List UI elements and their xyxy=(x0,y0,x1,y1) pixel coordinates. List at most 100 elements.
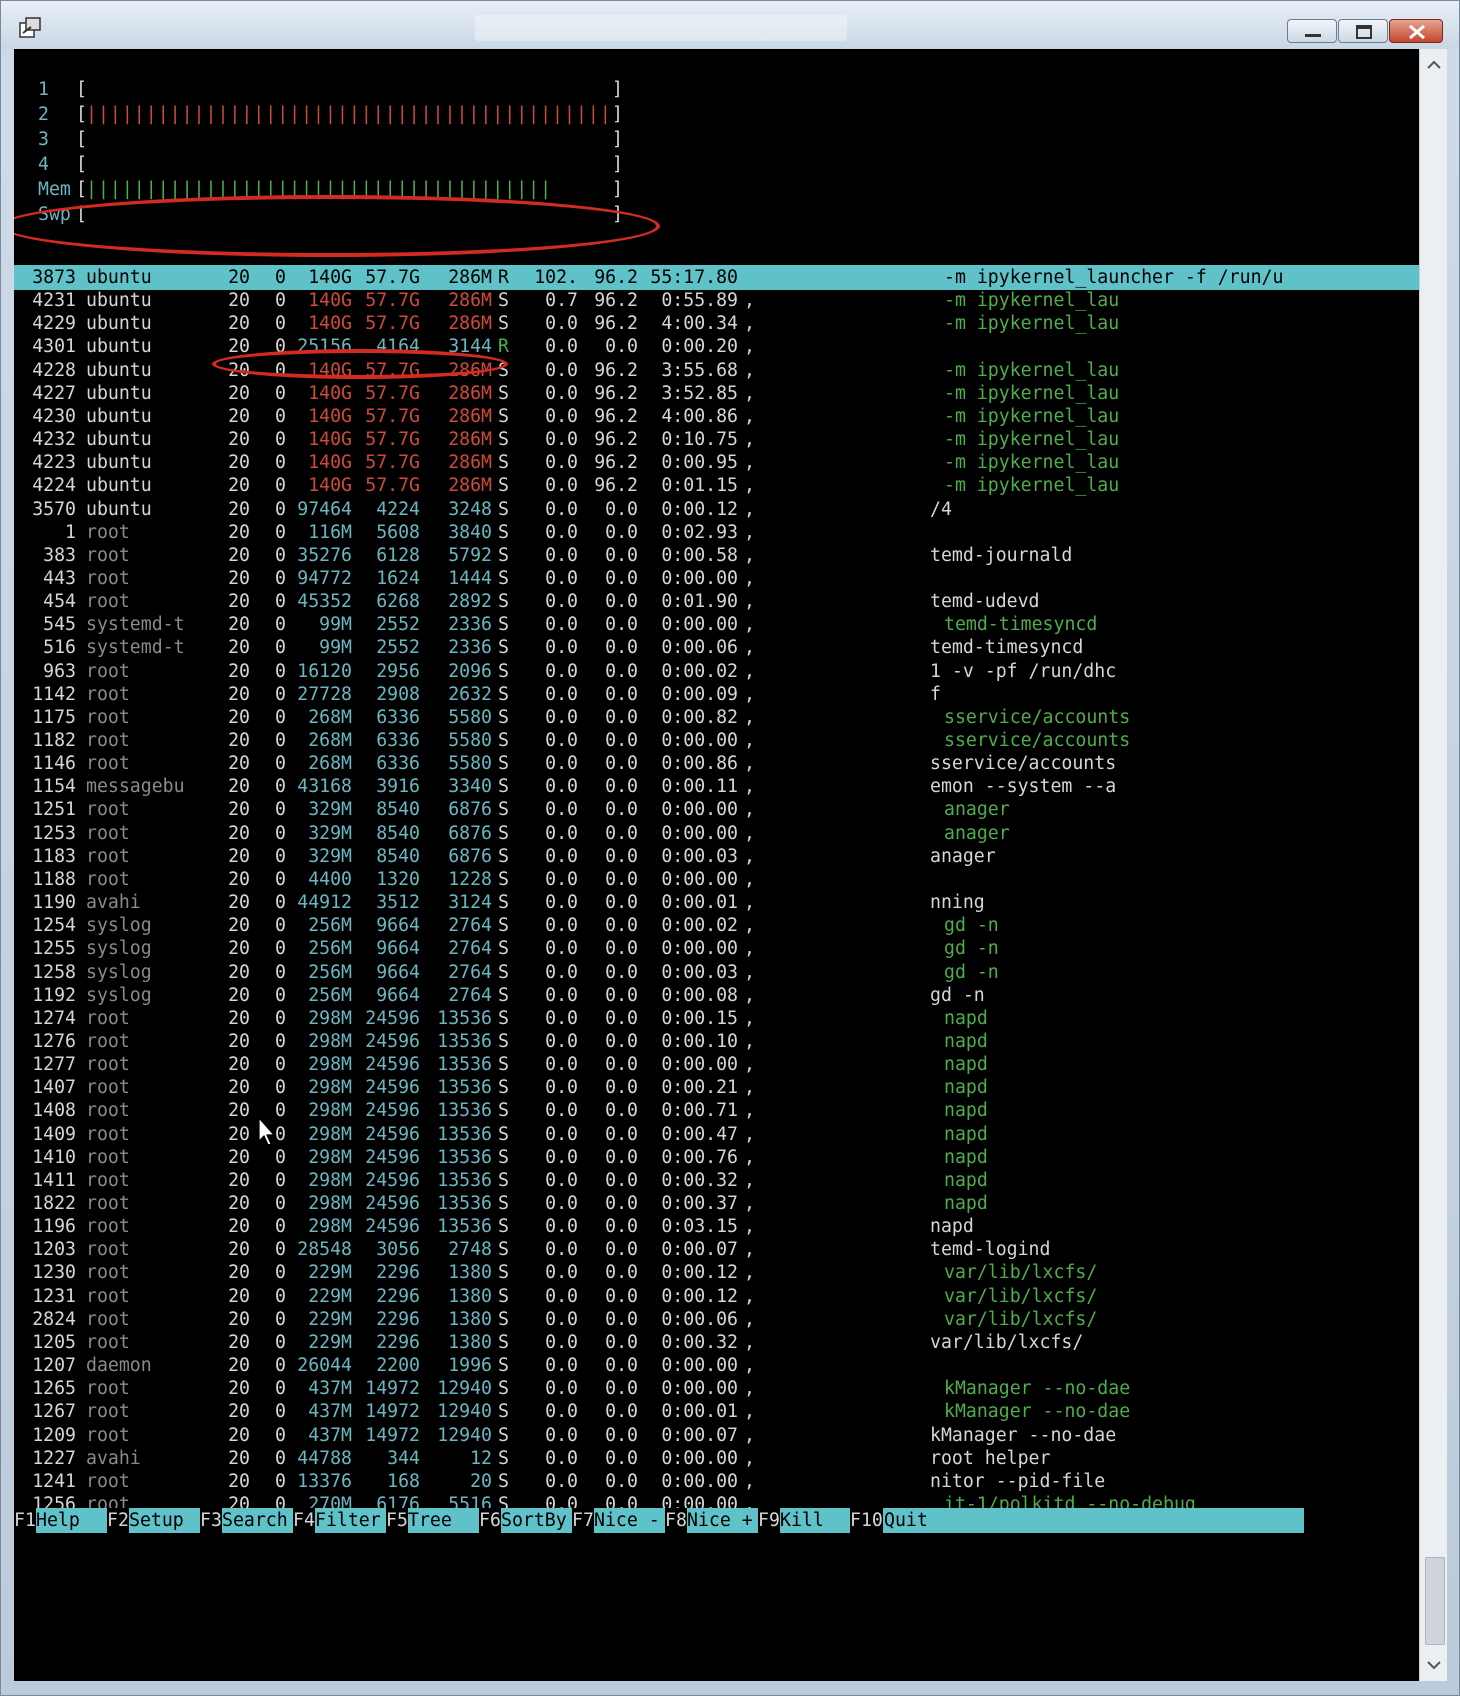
process-row[interactable]: 1411 root 20 0 298M 24596 13536 S 0.0 0.0 0:00.32,… xyxy=(14,1168,1419,1193)
process-row[interactable]: 4232 ubuntu 20 0 140G 57.7G 286M S 0.0 96.2 0:10.7… xyxy=(14,427,1419,452)
process-shr: 5580 xyxy=(448,753,492,775)
function-key-f3[interactable]: F3 xyxy=(200,1508,222,1533)
process-pri: 20 xyxy=(228,753,250,775)
process-shr: 1380 xyxy=(448,1262,492,1284)
process-row[interactable]: 1251 root 20 0 329M 8540 6876 S 0.0 0.0 0:00.00, an… xyxy=(14,797,1419,822)
process-row[interactable]: 516 systemd-t 20 0 99M 2552 2336 S 0.0 0.0 0:00.06… xyxy=(14,635,1419,660)
process-row[interactable]: 1274 root 20 0 298M 24596 13536 S 0.0 0.0 0:00.15,… xyxy=(14,1006,1419,1031)
function-key-label[interactable]: Quit xyxy=(884,1508,928,1533)
process-row[interactable]: 1203 root 20 0 28548 3056 2748 S 0.0 0.0 0:00.07, t… xyxy=(14,1237,1419,1262)
terminal-screen[interactable]: 1[0.0%]2[|||||||||||||||||||||||||||||||… xyxy=(14,49,1419,1681)
function-key-label[interactable]: Search xyxy=(222,1508,288,1533)
process-row[interactable]: 383 root 20 0 35276 6128 5792 S 0.0 0.0 0:00.58, te… xyxy=(14,543,1419,568)
process-row[interactable]: 963 root 20 0 16120 2956 2096 S 0.0 0.0 0:00.02, 1 … xyxy=(14,659,1419,684)
process-row[interactable]: 1175 root 20 0 268M 6336 5580 S 0.0 0.0 0:00.82, ss… xyxy=(14,705,1419,730)
process-pid: 1267 xyxy=(32,1401,76,1423)
process-row[interactable]: 1205 root 20 0 229M 2296 1380 S 0.0 0.0 0:00.32, va… xyxy=(14,1330,1419,1355)
process-row[interactable]: 443 root 20 0 94772 1624 1444 S 0.0 0.0 0:00.00, xyxy=(14,566,1419,591)
process-row[interactable]: 3570 ubuntu 20 0 97464 4224 3248 S 0.0 0.0 0:00.12… xyxy=(14,497,1419,522)
process-cpu: 0.0 xyxy=(545,1169,578,1191)
process-row[interactable]: 4230 ubuntu 20 0 140G 57.7G 286M S 0.0 96.2 4:00.8… xyxy=(14,404,1419,429)
function-key-f10[interactable]: F10 xyxy=(850,1508,883,1533)
scroll-down-arrow-icon[interactable] xyxy=(1420,1653,1448,1677)
process-row[interactable]: 545 systemd-t 20 0 99M 2552 2336 S 0.0 0.0 0:00.00… xyxy=(14,612,1419,637)
process-row[interactable]: 1267 root 20 0 437M 14972 12940 S 0.0 0.0 0:00.01,… xyxy=(14,1399,1419,1424)
scroll-up-arrow-icon[interactable] xyxy=(1420,53,1448,77)
function-key-f5[interactable]: F5 xyxy=(386,1508,408,1533)
process-row[interactable]: 1196 root 20 0 298M 24596 13536 S 0.0 0.0 0:03.15,… xyxy=(14,1214,1419,1239)
process-pid: 1 xyxy=(65,521,76,543)
function-key-label[interactable]: Kill xyxy=(780,1508,846,1533)
process-res: 3056 xyxy=(376,1239,420,1261)
process-row[interactable]: 1410 root 20 0 298M 24596 13536 S 0.0 0.0 0:00.76,… xyxy=(14,1145,1419,1170)
process-row[interactable]: 1182 root 20 0 268M 6336 5580 S 0.0 0.0 0:00.00, ss… xyxy=(14,728,1419,753)
process-row[interactable]: 1188 root 20 0 4400 1320 1228 S 0.0 0.0 0:00.00, xyxy=(14,867,1419,892)
process-user: root xyxy=(86,1331,130,1353)
process-row[interactable]: 1231 root 20 0 229M 2296 1380 S 0.0 0.0 0:00.12, va… xyxy=(14,1284,1419,1309)
process-row[interactable]: 1154 messagebu 20 0 43168 3916 3340 S 0.0 0.0 0:00… xyxy=(14,774,1419,799)
process-pri: 20 xyxy=(228,290,250,312)
process-shr: 13536 xyxy=(437,1054,492,1076)
function-key-f7[interactable]: F7 xyxy=(572,1508,594,1533)
process-row[interactable]: 1230 root 20 0 229M 2296 1380 S 0.0 0.0 0:00.12, va… xyxy=(14,1260,1419,1285)
process-row[interactable]: 1209 root 20 0 437M 14972 12940 S 0.0 0.0 0:00.07,… xyxy=(14,1423,1419,1448)
vertical-scrollbar[interactable] xyxy=(1419,49,1447,1681)
process-row[interactable]: 1254 syslog 20 0 256M 9664 2764 S 0.0 0.0 0:00.02,… xyxy=(14,913,1419,938)
process-command: temd-timesyncd xyxy=(944,614,1098,636)
process-row[interactable]: 1207 daemon 20 0 26044 2200 1996 S 0.0 0.0 0:00.00… xyxy=(14,1353,1419,1378)
maximize-button[interactable] xyxy=(1338,19,1388,43)
function-key-f4[interactable]: F4 xyxy=(293,1508,315,1533)
process-shr: 2892 xyxy=(448,591,492,613)
function-key-label[interactable]: Setup xyxy=(129,1508,195,1533)
process-row[interactable]: 1 root 20 0 116M 5608 3840 S 0.0 0.0 0:02.93, xyxy=(14,520,1419,545)
process-row[interactable]: 3873 ubuntu 20 0 140G 57.7G 286M R 102. 96.2 55:17… xyxy=(14,265,1419,290)
process-row[interactable]: 1142 root 20 0 27728 2908 2632 S 0.0 0.0 0:00.09, f xyxy=(14,682,1419,707)
process-command: -m ipykernel_lau xyxy=(944,405,1120,427)
process-mem: 0.0 xyxy=(605,1447,638,1469)
process-row[interactable]: 1227 avahi 20 0 44788 344 12 S 0.0 0.0 0:00.00, roo… xyxy=(14,1446,1419,1471)
process-row[interactable]: 1276 root 20 0 298M 24596 13536 S 0.0 0.0 0:00.10,… xyxy=(14,1029,1419,1054)
process-row[interactable]: 4231 ubuntu 20 0 140G 57.7G 286M S 0.7 96.2 0:55.8… xyxy=(14,288,1419,313)
process-row[interactable]: 1408 root 20 0 298M 24596 13536 S 0.0 0.0 0:00.71,… xyxy=(14,1098,1419,1123)
process-row[interactable]: 1822 root 20 0 298M 24596 13536 S 0.0 0.0 0:00.37,… xyxy=(14,1191,1419,1216)
process-row[interactable]: 4229 ubuntu 20 0 140G 57.7G 286M S 0.0 96.2 4:00.3… xyxy=(14,311,1419,336)
function-key-label[interactable]: Nice + xyxy=(687,1508,753,1533)
function-key-label[interactable]: Nice - xyxy=(594,1508,660,1533)
process-row[interactable]: 1183 root 20 0 329M 8540 6876 S 0.0 0.0 0:00.03, an… xyxy=(14,844,1419,869)
process-row[interactable]: 1192 syslog 20 0 256M 9664 2764 S 0.0 0.0 0:00.08,… xyxy=(14,983,1419,1008)
function-key-label[interactable]: SortBy xyxy=(501,1508,567,1533)
process-row[interactable]: 4224 ubuntu 20 0 140G 57.7G 286M S 0.0 96.2 0:01.1… xyxy=(14,473,1419,498)
close-button[interactable] xyxy=(1389,19,1443,43)
process-row[interactable]: 454 root 20 0 45352 6268 2892 S 0.0 0.0 0:01.90, te… xyxy=(14,589,1419,614)
process-row[interactable]: 1241 root 20 0 13376 168 20 S 0.0 0.0 0:00.00, nito… xyxy=(14,1469,1419,1494)
process-s: S xyxy=(498,1216,509,1238)
app-icon[interactable] xyxy=(17,15,43,41)
process-row[interactable]: 1409 root 20 0 298M 24596 13536 S 0.0 0.0 0:00.47,… xyxy=(14,1122,1419,1147)
process-row[interactable]: 1277 root 20 0 298M 24596 13536 S 0.0 0.0 0:00.00,… xyxy=(14,1052,1419,1077)
process-row[interactable]: 1146 root 20 0 268M 6336 5580 S 0.0 0.0 0:00.86, ss… xyxy=(14,751,1419,776)
function-key-f8[interactable]: F8 xyxy=(665,1508,687,1533)
process-tree-mark: , xyxy=(744,1030,755,1052)
process-row[interactable]: 1407 root 20 0 298M 24596 13536 S 0.0 0.0 0:00.21,… xyxy=(14,1075,1419,1100)
process-row[interactable]: 4223 ubuntu 20 0 140G 57.7G 286M S 0.0 96.2 0:00.9… xyxy=(14,450,1419,475)
function-key-label[interactable]: Tree xyxy=(408,1508,474,1533)
process-row[interactable]: 2824 root 20 0 229M 2296 1380 S 0.0 0.0 0:00.06, va… xyxy=(14,1307,1419,1332)
process-row[interactable]: 1255 syslog 20 0 256M 9664 2764 S 0.0 0.0 0:00.00,… xyxy=(14,936,1419,961)
process-time: 0:00.86 xyxy=(661,753,738,775)
function-key-f2[interactable]: F2 xyxy=(107,1508,129,1533)
minimize-button[interactable] xyxy=(1287,19,1337,43)
process-row[interactable]: 4227 ubuntu 20 0 140G 57.7G 286M S 0.0 96.2 3:52.8… xyxy=(14,381,1419,406)
process-row[interactable]: 4301 ubuntu 20 0 25156 4164 3144 R 0.0 0.0 0:00.20… xyxy=(14,334,1419,359)
function-key-f9[interactable]: F9 xyxy=(758,1508,780,1533)
process-row[interactable]: 1265 root 20 0 437M 14972 12940 S 0.0 0.0 0:00.00,… xyxy=(14,1376,1419,1401)
function-key-label[interactable]: Help xyxy=(36,1508,102,1533)
function-key-f1[interactable]: F1 xyxy=(14,1508,36,1533)
function-key-f6[interactable]: F6 xyxy=(479,1508,501,1533)
process-row[interactable]: 1253 root 20 0 329M 8540 6876 S 0.0 0.0 0:00.00, an… xyxy=(14,821,1419,846)
process-row[interactable]: 1190 avahi 20 0 44912 3512 3124 S 0.0 0.0 0:00.01,… xyxy=(14,890,1419,915)
scrollbar-thumb[interactable] xyxy=(1425,1557,1445,1645)
function-key-label[interactable]: Filter xyxy=(315,1508,381,1533)
process-cpu: 0.0 xyxy=(545,961,578,983)
process-row[interactable]: 1258 syslog 20 0 256M 9664 2764 S 0.0 0.0 0:00.03,… xyxy=(14,960,1419,985)
title-bar[interactable] xyxy=(1,1,1459,49)
